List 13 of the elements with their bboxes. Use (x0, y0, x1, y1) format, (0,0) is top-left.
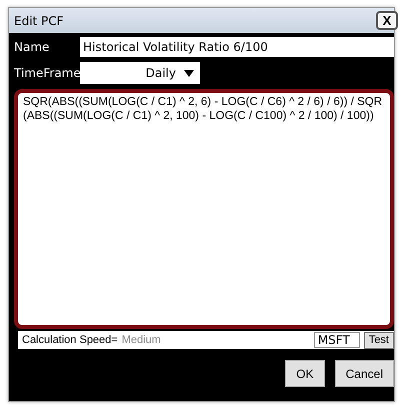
formula-editor[interactable]: SQR(ABS((SUM(LOG(C / C1) ^ 2, 6) - LOG(C / C6) ^ 2 / 6) / 6)) / SQR (ABS((SUM(LOG(C / C1) ^ 2, 100) - LOG(C / C100) ^ 2 / 100) / 100)) (14, 89, 394, 329)
ok-button[interactable]: OK (285, 360, 325, 387)
caret-icon (184, 70, 194, 76)
name-field[interactable]: Historical Volatility Ratio 6/100 (80, 37, 394, 57)
cancel-button[interactable]: Cancel (334, 360, 394, 387)
name-label: Name (14, 40, 50, 54)
test-button[interactable]: Test (364, 332, 394, 348)
speed-value: Medium (122, 334, 162, 346)
speed-label: Calculation Speed= (22, 334, 118, 346)
window-title: Edit PCF (14, 14, 64, 28)
symbol-field[interactable]: MSFT (314, 332, 360, 348)
close-button[interactable]: X (376, 11, 398, 30)
timeframe-dropdown[interactable]: Daily (80, 62, 200, 84)
